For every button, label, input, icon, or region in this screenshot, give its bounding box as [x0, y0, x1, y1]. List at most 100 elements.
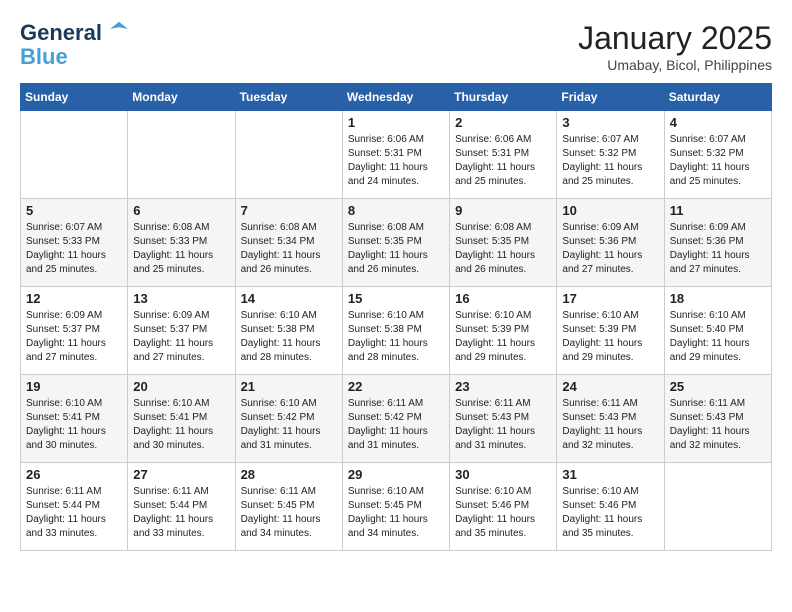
day-number: 16: [455, 291, 551, 306]
day-number: 17: [562, 291, 658, 306]
calendar-cell: 1 Sunrise: 6:06 AM Sunset: 5:31 PM Daylig…: [342, 111, 449, 199]
day-number: 7: [241, 203, 337, 218]
calendar-cell: 31 Sunrise: 6:10 AM Sunset: 5:46 PM Dayli…: [557, 463, 664, 551]
day-info: Sunrise: 6:10 AM Sunset: 5:38 PM Dayligh…: [348, 309, 444, 365]
calendar-week-row: 1 Sunrise: 6:06 AM Sunset: 5:31 PM Daylig…: [21, 111, 772, 199]
day-number: 13: [133, 291, 229, 306]
day-number: 21: [241, 379, 337, 394]
calendar-cell: [128, 111, 235, 199]
day-info: Sunrise: 6:08 AM Sunset: 5:34 PM Dayligh…: [241, 221, 337, 277]
calendar-cell: 18 Sunrise: 6:10 AM Sunset: 5:40 PM Dayli…: [664, 287, 771, 375]
calendar-cell: [235, 111, 342, 199]
calendar-cell: 22Sunrise: 6:11 AM Sunset: 5:42 PM Dayli…: [342, 375, 449, 463]
calendar-cell: 20 Sunrise: 6:10 AM Sunset: 5:41 PM Dayli…: [128, 375, 235, 463]
calendar-cell: 14Sunrise: 6:10 AM Sunset: 5:38 PM Dayli…: [235, 287, 342, 375]
calendar-cell: 12 Sunrise: 6:09 AM Sunset: 5:37 PM Dayli…: [21, 287, 128, 375]
day-info: Sunrise: 6:08 AM Sunset: 5:35 PM Dayligh…: [348, 221, 444, 277]
calendar-body: 1 Sunrise: 6:06 AM Sunset: 5:31 PM Daylig…: [21, 111, 772, 551]
calendar-cell: 6 Sunrise: 6:08 AM Sunset: 5:33 PM Daylig…: [128, 199, 235, 287]
calendar-cell: 4 Sunrise: 6:07 AM Sunset: 5:32 PM Daylig…: [664, 111, 771, 199]
day-info: Sunrise: 6:09 AM Sunset: 5:37 PM Dayligh…: [26, 309, 122, 365]
page-header: General Blue January 2025 Umabay, Bicol,…: [20, 20, 772, 73]
calendar-week-row: 5Sunrise: 6:07 AM Sunset: 5:33 PM Daylig…: [21, 199, 772, 287]
day-number: 4: [670, 115, 766, 130]
day-info: Sunrise: 6:09 AM Sunset: 5:37 PM Dayligh…: [133, 309, 229, 365]
calendar-cell: 11 Sunrise: 6:09 AM Sunset: 5:36 PM Dayli…: [664, 199, 771, 287]
weekday-header-cell: Thursday: [450, 84, 557, 111]
day-number: 9: [455, 203, 551, 218]
day-info: Sunrise: 6:10 AM Sunset: 5:45 PM Dayligh…: [348, 485, 444, 541]
day-info: Sunrise: 6:10 AM Sunset: 5:39 PM Dayligh…: [562, 309, 658, 365]
day-number: 27: [133, 467, 229, 482]
day-number: 15: [348, 291, 444, 306]
day-info: Sunrise: 6:11 AM Sunset: 5:43 PM Dayligh…: [670, 397, 766, 453]
calendar-cell: 29Sunrise: 6:10 AM Sunset: 5:45 PM Dayli…: [342, 463, 449, 551]
day-info: Sunrise: 6:09 AM Sunset: 5:36 PM Dayligh…: [670, 221, 766, 277]
day-number: 19: [26, 379, 122, 394]
calendar-week-row: 12 Sunrise: 6:09 AM Sunset: 5:37 PM Dayli…: [21, 287, 772, 375]
logo-text-line1: General: [20, 20, 128, 45]
weekday-header-cell: Friday: [557, 84, 664, 111]
day-number: 20: [133, 379, 229, 394]
day-number: 24: [562, 379, 658, 394]
day-info: Sunrise: 6:07 AM Sunset: 5:32 PM Dayligh…: [562, 133, 658, 189]
day-number: 28: [241, 467, 337, 482]
calendar-cell: 25 Sunrise: 6:11 AM Sunset: 5:43 PM Dayli…: [664, 375, 771, 463]
weekday-header-cell: Tuesday: [235, 84, 342, 111]
weekday-header-cell: Monday: [128, 84, 235, 111]
day-info: Sunrise: 6:06 AM Sunset: 5:31 PM Dayligh…: [348, 133, 444, 189]
calendar-cell: 10Sunrise: 6:09 AM Sunset: 5:36 PM Dayli…: [557, 199, 664, 287]
day-info: Sunrise: 6:08 AM Sunset: 5:35 PM Dayligh…: [455, 221, 551, 277]
day-number: 12: [26, 291, 122, 306]
day-info: Sunrise: 6:10 AM Sunset: 5:46 PM Dayligh…: [562, 485, 658, 541]
weekday-header-cell: Wednesday: [342, 84, 449, 111]
day-info: Sunrise: 6:10 AM Sunset: 5:41 PM Dayligh…: [26, 397, 122, 453]
day-info: Sunrise: 6:11 AM Sunset: 5:45 PM Dayligh…: [241, 485, 337, 541]
day-info: Sunrise: 6:10 AM Sunset: 5:40 PM Dayligh…: [670, 309, 766, 365]
day-info: Sunrise: 6:07 AM Sunset: 5:33 PM Dayligh…: [26, 221, 122, 277]
calendar-subtitle: Umabay, Bicol, Philippines: [578, 57, 772, 73]
calendar-cell: 8 Sunrise: 6:08 AM Sunset: 5:35 PM Daylig…: [342, 199, 449, 287]
day-info: Sunrise: 6:10 AM Sunset: 5:42 PM Dayligh…: [241, 397, 337, 453]
calendar-cell: 19 Sunrise: 6:10 AM Sunset: 5:41 PM Dayli…: [21, 375, 128, 463]
logo-text-line2: Blue: [20, 45, 128, 69]
title-block: January 2025 Umabay, Bicol, Philippines: [578, 20, 772, 73]
day-number: 18: [670, 291, 766, 306]
day-info: Sunrise: 6:07 AM Sunset: 5:32 PM Dayligh…: [670, 133, 766, 189]
day-number: 1: [348, 115, 444, 130]
calendar-cell: 15 Sunrise: 6:10 AM Sunset: 5:38 PM Dayli…: [342, 287, 449, 375]
calendar-cell: 21 Sunrise: 6:10 AM Sunset: 5:42 PM Dayli…: [235, 375, 342, 463]
calendar-cell: 30 Sunrise: 6:10 AM Sunset: 5:46 PM Dayli…: [450, 463, 557, 551]
calendar-cell: 17 Sunrise: 6:10 AM Sunset: 5:39 PM Dayli…: [557, 287, 664, 375]
calendar-cell: 16 Sunrise: 6:10 AM Sunset: 5:39 PM Dayli…: [450, 287, 557, 375]
day-info: Sunrise: 6:11 AM Sunset: 5:43 PM Dayligh…: [455, 397, 551, 453]
logo-bird-icon: [110, 20, 128, 38]
day-info: Sunrise: 6:08 AM Sunset: 5:33 PM Dayligh…: [133, 221, 229, 277]
day-info: Sunrise: 6:11 AM Sunset: 5:43 PM Dayligh…: [562, 397, 658, 453]
calendar-cell: 26Sunrise: 6:11 AM Sunset: 5:44 PM Dayli…: [21, 463, 128, 551]
day-number: 30: [455, 467, 551, 482]
day-number: 6: [133, 203, 229, 218]
calendar-cell: 3Sunrise: 6:07 AM Sunset: 5:32 PM Daylig…: [557, 111, 664, 199]
day-info: Sunrise: 6:10 AM Sunset: 5:38 PM Dayligh…: [241, 309, 337, 365]
day-number: 8: [348, 203, 444, 218]
day-number: 22: [348, 379, 444, 394]
calendar-cell: 13 Sunrise: 6:09 AM Sunset: 5:37 PM Dayli…: [128, 287, 235, 375]
day-number: 11: [670, 203, 766, 218]
day-info: Sunrise: 6:10 AM Sunset: 5:46 PM Dayligh…: [455, 485, 551, 541]
weekday-header-cell: Saturday: [664, 84, 771, 111]
day-number: 25: [670, 379, 766, 394]
calendar-week-row: 19 Sunrise: 6:10 AM Sunset: 5:41 PM Dayli…: [21, 375, 772, 463]
calendar-cell: [664, 463, 771, 551]
calendar-cell: 24 Sunrise: 6:11 AM Sunset: 5:43 PM Dayli…: [557, 375, 664, 463]
day-number: 2: [455, 115, 551, 130]
day-number: 31: [562, 467, 658, 482]
calendar-cell: 28 Sunrise: 6:11 AM Sunset: 5:45 PM Dayli…: [235, 463, 342, 551]
calendar-cell: 27Sunrise: 6:11 AM Sunset: 5:44 PM Dayli…: [128, 463, 235, 551]
calendar-week-row: 26Sunrise: 6:11 AM Sunset: 5:44 PM Dayli…: [21, 463, 772, 551]
calendar-cell: 5Sunrise: 6:07 AM Sunset: 5:33 PM Daylig…: [21, 199, 128, 287]
calendar-cell: 23Sunrise: 6:11 AM Sunset: 5:43 PM Dayli…: [450, 375, 557, 463]
day-info: Sunrise: 6:10 AM Sunset: 5:39 PM Dayligh…: [455, 309, 551, 365]
calendar-cell: [21, 111, 128, 199]
day-info: Sunrise: 6:10 AM Sunset: 5:41 PM Dayligh…: [133, 397, 229, 453]
